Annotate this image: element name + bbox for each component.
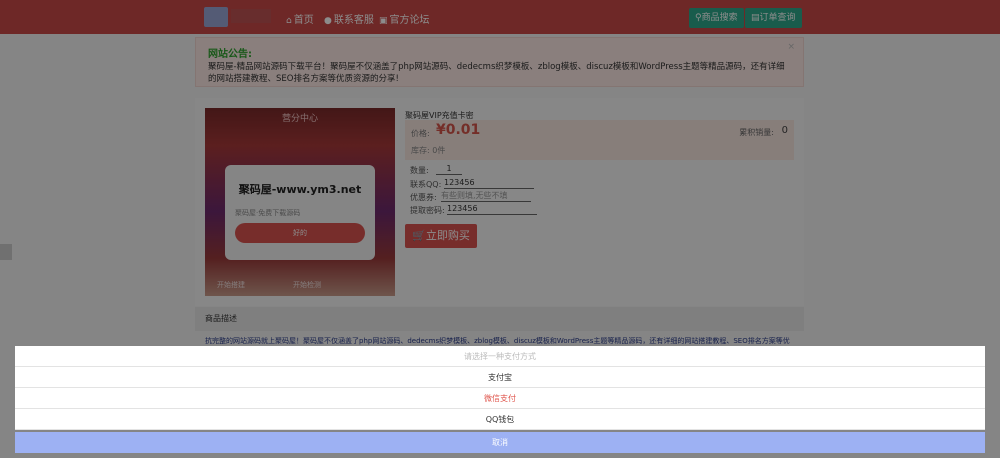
payment-option-qq-wallet[interactable]: QQ钱包 xyxy=(15,409,985,430)
payment-action-sheet: 请选择一种支付方式 支付宝 微信支付 QQ钱包 xyxy=(15,346,985,430)
payment-option-wechat[interactable]: 微信支付 xyxy=(15,388,985,409)
payment-option-alipay[interactable]: 支付宝 xyxy=(15,367,985,388)
payment-sheet-title: 请选择一种支付方式 xyxy=(15,346,985,367)
payment-cancel-button[interactable]: 取消 xyxy=(15,432,985,453)
